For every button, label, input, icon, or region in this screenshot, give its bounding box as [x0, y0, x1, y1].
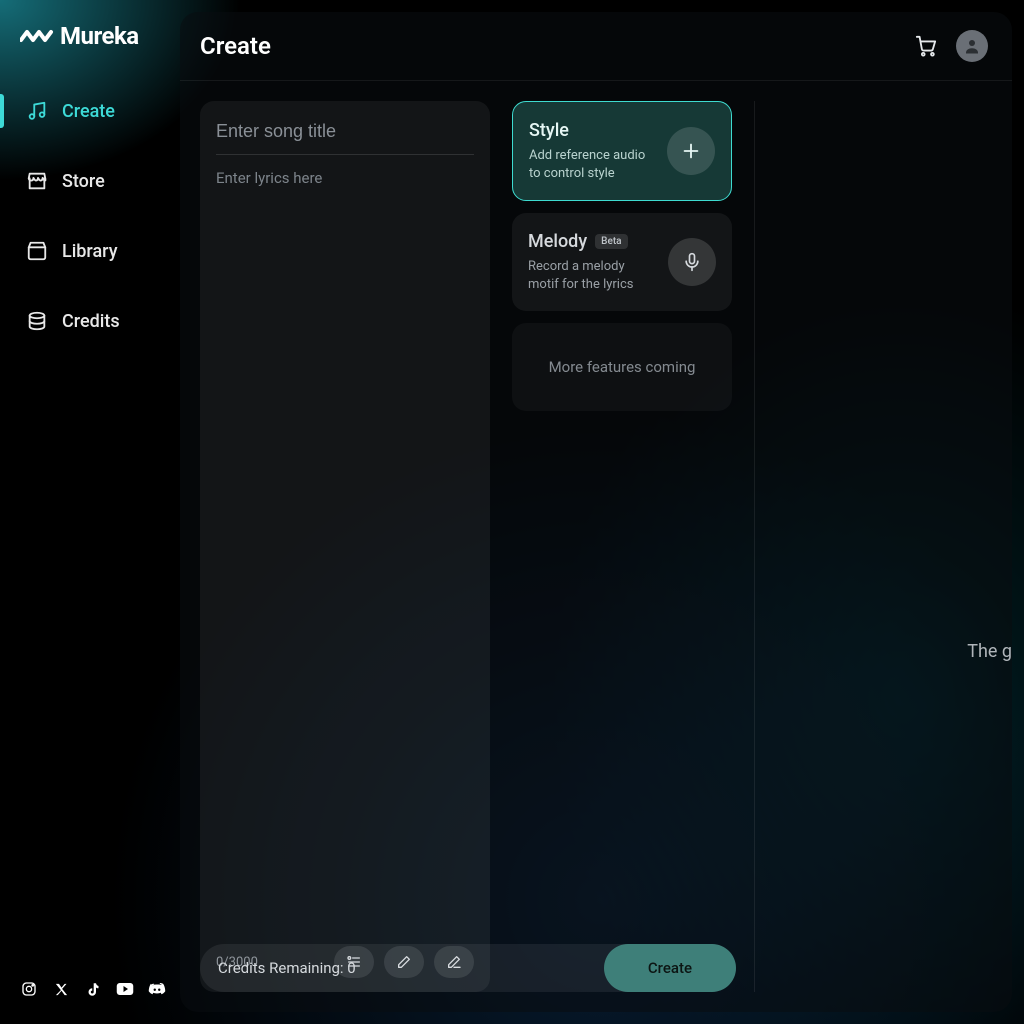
credits-remaining-label: Credits Remaining: 0 [218, 959, 356, 977]
create-button[interactable]: Create [604, 944, 736, 992]
sidebar-item-label: Credits [62, 311, 120, 332]
style-card[interactable]: Style Add reference audio to control sty… [512, 101, 732, 201]
sidebar-item-store[interactable]: Store [0, 160, 180, 202]
x-twitter-icon[interactable] [52, 980, 70, 998]
main-header: Create [180, 12, 1012, 81]
sidebar-nav: Create Store Library [0, 90, 180, 342]
output-teaser-text: The g [967, 641, 1012, 662]
sidebar-item-label: Create [62, 101, 115, 122]
page-title: Create [200, 32, 271, 60]
social-links [0, 980, 180, 1024]
bottom-bar: Credits Remaining: 0 Create [200, 944, 736, 992]
song-title-input[interactable] [216, 117, 474, 155]
content-area: 0/3000 [180, 81, 1012, 1012]
record-melody-button[interactable] [668, 238, 716, 286]
lyrics-textarea[interactable] [216, 169, 474, 946]
sidebar-item-credits[interactable]: Credits [0, 300, 180, 342]
coming-soon-label: More features coming [549, 358, 696, 376]
create-button-label: Create [648, 959, 692, 977]
discord-icon[interactable] [148, 980, 166, 998]
user-avatar[interactable] [956, 30, 988, 62]
sidebar-item-label: Library [62, 241, 118, 262]
lyrics-card: 0/3000 [200, 101, 490, 992]
instagram-icon[interactable] [20, 980, 38, 998]
store-icon [26, 170, 48, 192]
tiktok-icon[interactable] [84, 980, 102, 998]
sidebar: Mureka Create Store [0, 0, 180, 1024]
style-card-title: Style [529, 120, 655, 141]
melody-card-title: Melody [528, 231, 587, 252]
music-note-icon [26, 100, 48, 122]
add-style-button[interactable] [667, 127, 715, 175]
main-panel: Create 0/3000 [180, 12, 1012, 1012]
youtube-icon[interactable] [116, 980, 134, 998]
cart-button[interactable] [914, 34, 938, 58]
library-icon [26, 240, 48, 262]
credits-icon [26, 310, 48, 332]
beta-badge: Beta [595, 234, 627, 249]
melody-card[interactable]: Melody Beta Record a melody motif for th… [512, 213, 732, 311]
melody-card-subtitle: Record a melody motif for the lyrics [528, 258, 656, 293]
brand-logo[interactable]: Mureka [0, 22, 180, 50]
coming-soon-card: More features coming [512, 323, 732, 411]
style-card-subtitle: Add reference audio to control style [529, 147, 655, 182]
brand-logo-icon [20, 26, 54, 46]
sidebar-item-label: Store [62, 171, 105, 192]
brand-name: Mureka [60, 22, 139, 50]
sidebar-item-library[interactable]: Library [0, 230, 180, 272]
output-panel: The g [755, 101, 1012, 992]
sidebar-item-create[interactable]: Create [0, 90, 180, 132]
